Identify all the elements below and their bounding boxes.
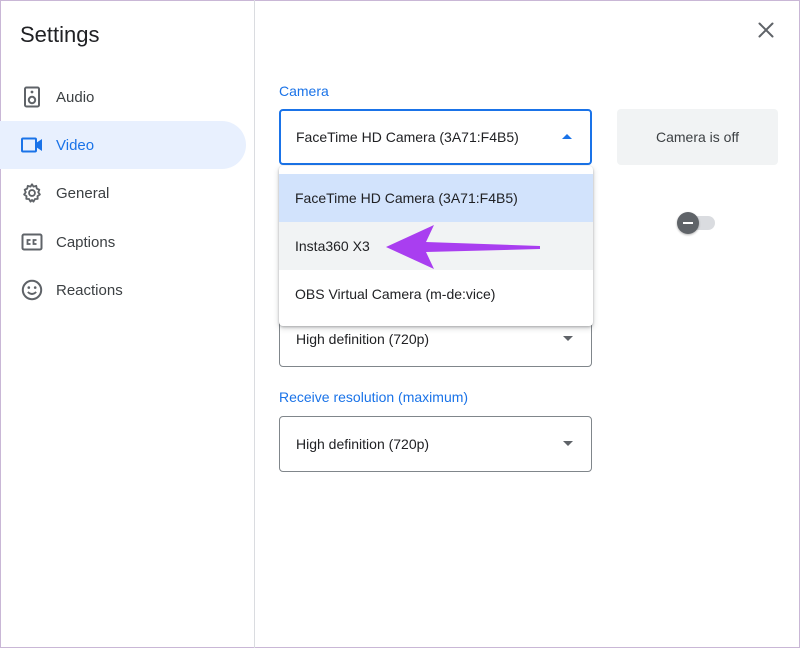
page-title: Settings <box>20 22 100 47</box>
caret-down-icon <box>563 441 573 446</box>
sidebar-item-general[interactable]: General <box>0 169 246 217</box>
closed-captions-icon <box>20 230 44 254</box>
sidebar-item-reactions[interactable]: Reactions <box>0 266 246 314</box>
sidebar-item-label: Audio <box>56 88 95 106</box>
gear-icon <box>20 181 44 205</box>
sidebar-item-captions[interactable]: Captions <box>0 218 246 266</box>
sidebar-item-label: General <box>56 184 110 202</box>
camera-option[interactable]: FaceTime HD Camera (3A71:F4B5) <box>279 174 593 222</box>
speaker-icon <box>20 85 44 109</box>
camera-option[interactable]: OBS Virtual Camera (m-de:vice) <box>279 270 593 318</box>
camera-select[interactable]: FaceTime HD Camera (3A71:F4B5) <box>279 109 592 165</box>
camera-label: Camera <box>279 83 329 99</box>
camera-select-value: FaceTime HD Camera (3A71:F4B5) <box>296 129 519 145</box>
sidebar-item-label: Captions <box>56 233 116 251</box>
sidebar-item-audio[interactable]: Audio <box>0 73 246 121</box>
receive-resolution-value: High definition (720p) <box>296 436 430 452</box>
sidebar-item-video[interactable]: Video <box>0 121 246 169</box>
close-button[interactable] <box>752 16 780 44</box>
sidebar: Settings Audio Video General Captions Re… <box>0 0 255 648</box>
smiley-icon <box>20 278 44 302</box>
video-toggle[interactable] <box>677 212 715 234</box>
caret-up-icon <box>562 134 572 139</box>
close-icon <box>758 22 774 38</box>
receive-resolution-select[interactable]: High definition (720p) <box>279 416 592 472</box>
sidebar-item-label: Video <box>56 136 95 154</box>
send-resolution-value: High definition (720p) <box>296 331 430 347</box>
video-camera-icon <box>20 133 44 157</box>
receive-resolution-label: Receive resolution (maximum) <box>279 389 469 405</box>
sidebar-item-label: Reactions <box>56 281 123 299</box>
annotation-arrow-icon <box>386 225 540 269</box>
camera-status-text: Camera is off <box>656 129 739 145</box>
camera-preview: Camera is off <box>617 109 778 165</box>
toggle-knob <box>677 212 699 234</box>
caret-down-icon <box>563 336 573 341</box>
